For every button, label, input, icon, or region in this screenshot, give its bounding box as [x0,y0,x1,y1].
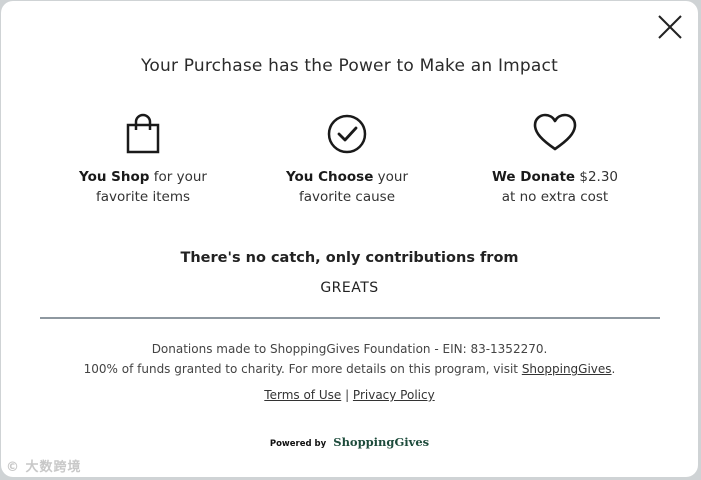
close-icon[interactable] [656,13,684,41]
no-catch-text: There's no catch, only contributions fro… [180,250,519,266]
feature-we-donate: We Donate $2.30 at no extra cost [490,113,620,207]
feature-you-choose: You Choose your favorite cause [282,113,412,207]
link-separator: | [341,388,353,402]
powered-by-label: Powered by [269,439,327,449]
shoppinggives-link[interactable]: ShoppingGives [522,362,612,376]
watermark: © 大数跨境 [6,460,82,475]
modal-title: Your Purchase has the Power to Make an I… [141,56,558,76]
impact-modal: Your Purchase has the Power to Make an I… [1,1,698,477]
shopping-bag-icon [78,113,208,157]
heart-icon [490,113,620,157]
feature-you-shop: You Shop for your favorite items [78,113,208,207]
funds-info: 100% of funds granted to charity. For mo… [1,362,698,376]
feature-heading: We Donate [491,169,576,185]
shoppinggives-logo: ShoppingGives [333,435,430,449]
terms-of-use-link[interactable]: Terms of Use [264,388,341,402]
divider [40,317,660,319]
feature-heading: You Choose [285,169,374,185]
funds-info-text: 100% of funds granted to charity. For mo… [83,362,522,376]
privacy-policy-link[interactable]: Privacy Policy [353,388,435,402]
check-circle-icon [282,113,412,157]
funds-info-suffix: . [611,362,616,376]
close-button[interactable] [656,13,684,41]
merchant-name: GREATS [320,280,379,296]
powered-by: Powered by ShoppingGives [1,431,698,450]
feature-heading: You Shop [79,169,150,185]
legal-links: Terms of Use | Privacy Policy [1,388,698,402]
donation-info: Donations made to ShoppingGives Foundati… [151,342,548,356]
